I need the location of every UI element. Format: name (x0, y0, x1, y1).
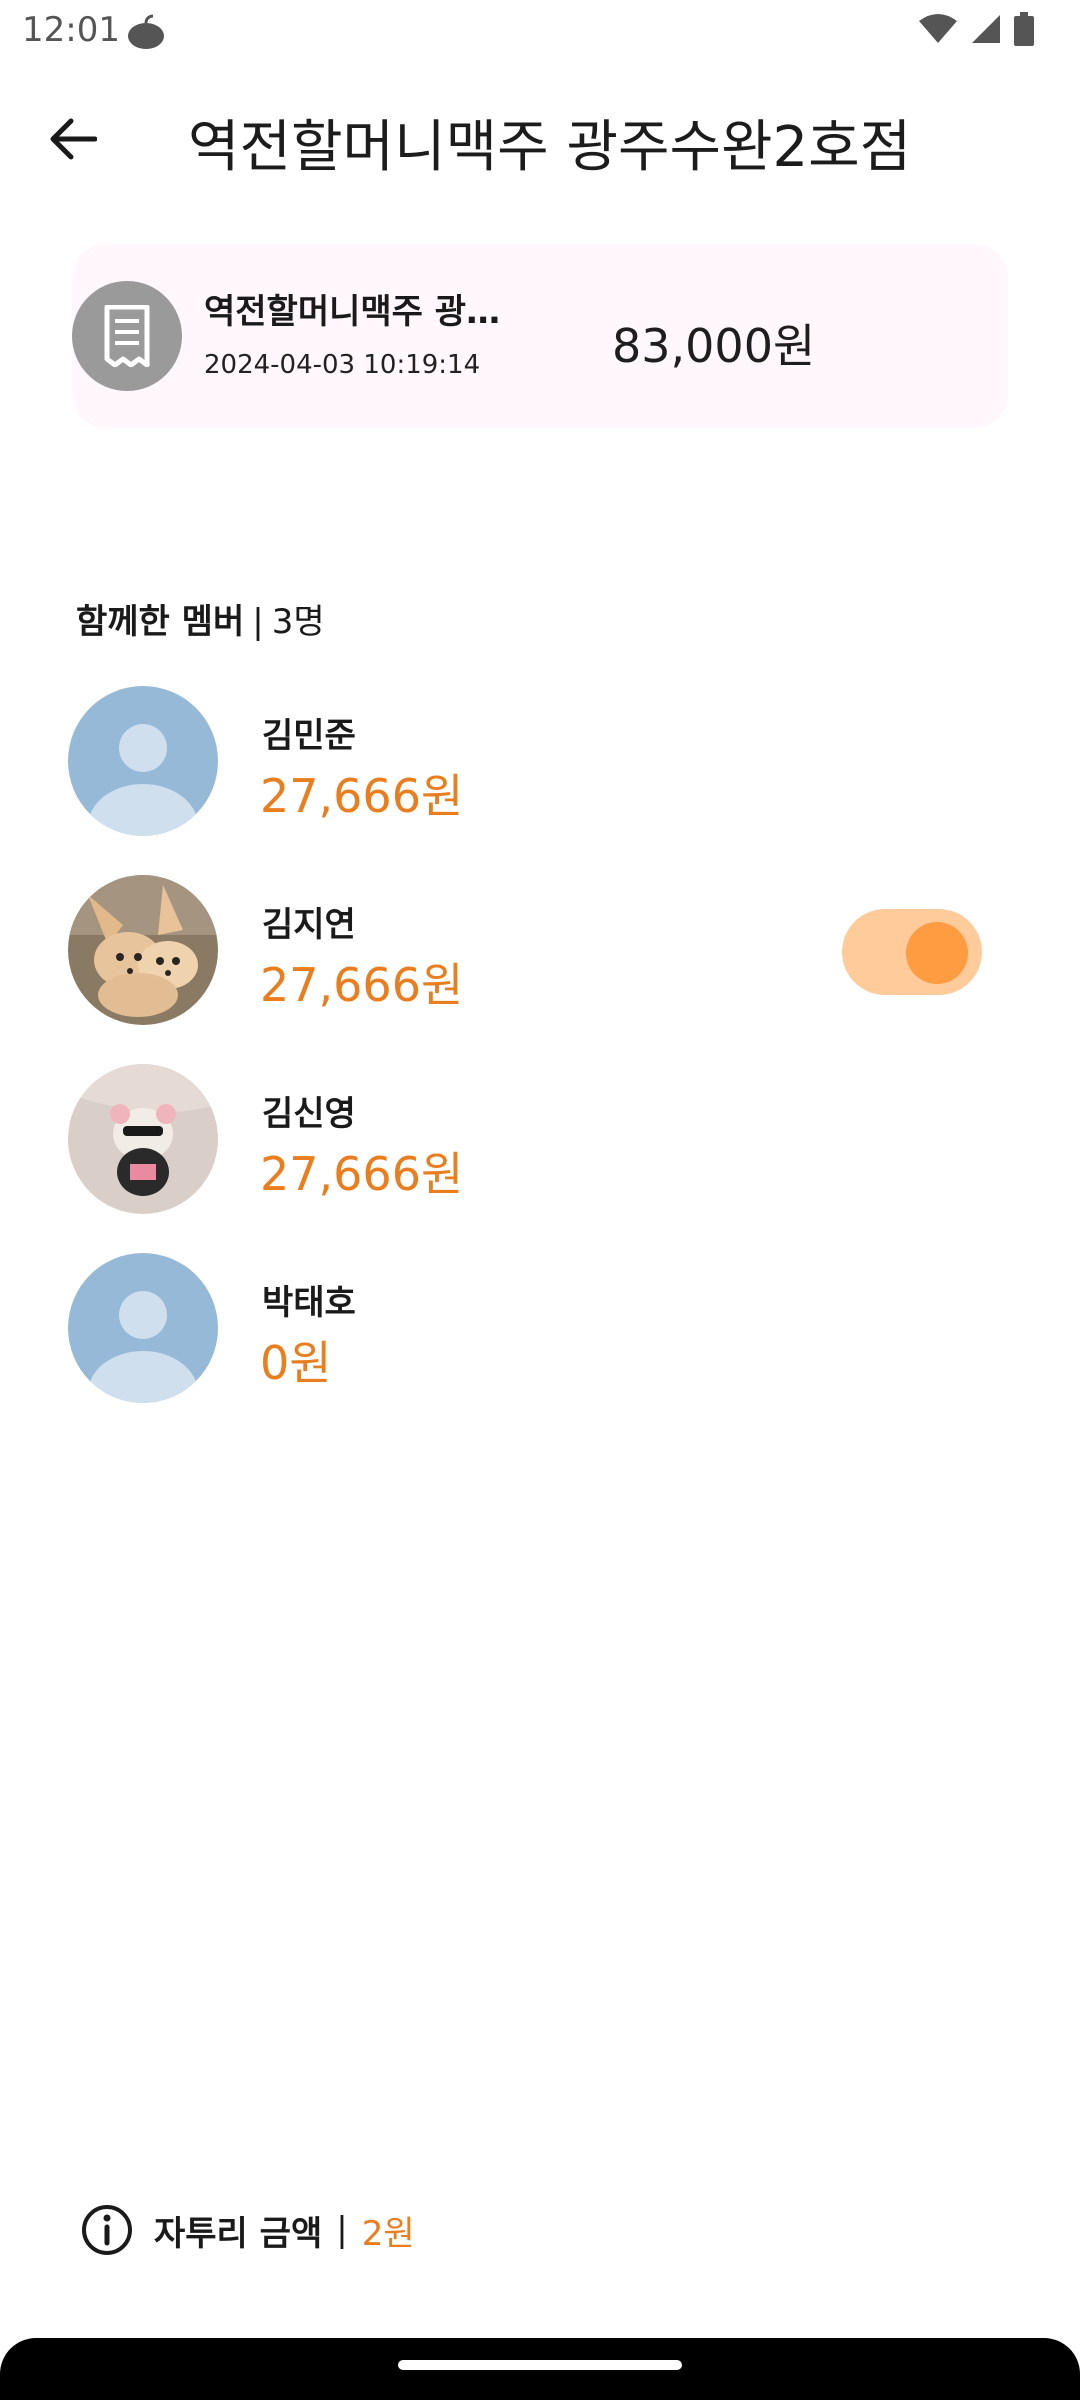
member-name: 김지연 (262, 905, 356, 945)
app-notification-icon (128, 14, 164, 49)
receipt-amount: 83,000원 (612, 319, 816, 373)
leftover-separator: | (336, 2210, 348, 2250)
member-toggle-switch[interactable] (842, 909, 982, 995)
receipt-card[interactable]: 역전할머니맥주 광… 2024-04-03 10:19:14 83,000원 (72, 244, 1008, 428)
arrow-back-icon (50, 118, 97, 160)
wifi-icon (919, 14, 957, 43)
leftover-label: 자투리 금액 (154, 2213, 323, 2254)
member-name: 김신영 (262, 1094, 356, 1134)
status-bar: 12:01 (0, 0, 1080, 64)
receipt-datetime: 2024-04-03 10:19:14 (204, 350, 481, 380)
default-avatar-icon (68, 686, 218, 836)
member-row[interactable]: 박태호 0원 (0, 1253, 1080, 1403)
leftover-value: 2원 (361, 2213, 415, 2254)
receipt-store-name: 역전할머니맥주 광… (204, 292, 501, 332)
app-bar: 역전할머니맥주 광주수완2호점 (0, 88, 1080, 188)
members-header: 함께한 멤버 | 3명 (76, 594, 325, 643)
member-amount: 27,666원 (260, 769, 464, 823)
members-count: 3명 (271, 602, 325, 642)
plush-bear-avatar (68, 1064, 218, 1214)
member-row[interactable]: 김민준 27,666원 (0, 686, 1080, 836)
member-row[interactable]: 김신영 27,666원 (0, 1064, 1080, 1214)
member-amount: 27,666원 (260, 1147, 464, 1201)
member-amount: 0원 (260, 1336, 332, 1390)
members-label: 함께한 멤버 (76, 602, 245, 642)
member-row[interactable]: 김지연 27,666원 (0, 875, 1080, 1025)
home-indicator[interactable] (398, 2360, 682, 2370)
members-separator: | (252, 602, 264, 642)
leftover-amount: 자투리 금액 | 2원 (80, 2200, 415, 2260)
member-name: 김민준 (262, 716, 356, 756)
page-title: 역전할머니맥주 광주수완2호점 (188, 115, 912, 180)
info-icon[interactable] (80, 2203, 134, 2257)
navigation-bar (0, 2338, 1080, 2400)
default-avatar-icon (68, 1253, 218, 1403)
status-time: 12:01 (22, 10, 120, 50)
signal-icon (972, 15, 1000, 43)
status-icons (918, 12, 1034, 46)
receipt-icon (72, 281, 182, 391)
toggle-knob (906, 922, 968, 984)
fennec-fox-avatar (68, 875, 218, 1025)
member-amount: 27,666원 (260, 958, 464, 1012)
back-button[interactable] (40, 106, 106, 172)
battery-icon (1014, 12, 1034, 46)
member-name: 박태호 (262, 1283, 356, 1323)
